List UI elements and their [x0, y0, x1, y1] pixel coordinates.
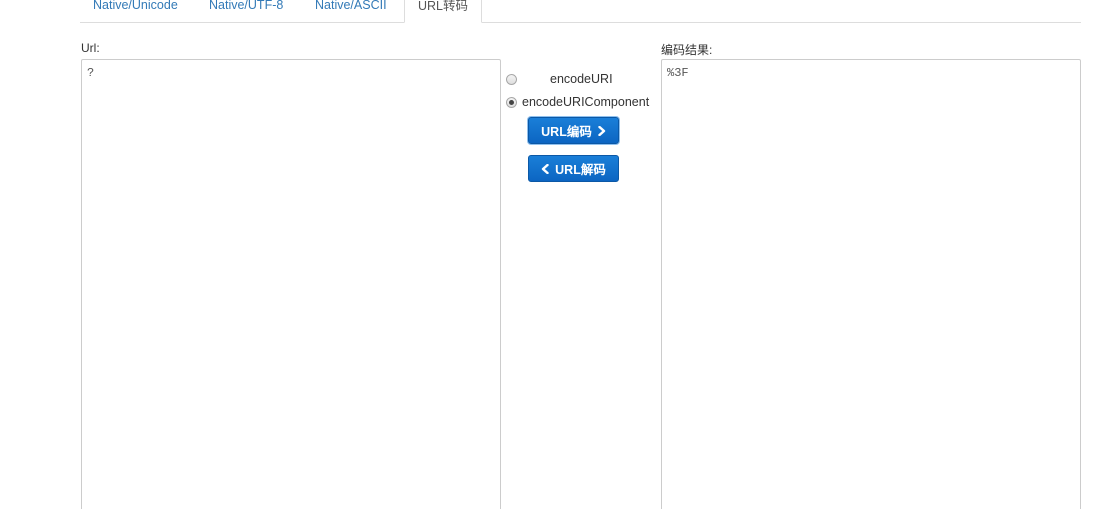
- url-encode-button-label: URL编码: [541, 125, 592, 139]
- url-encode-button[interactable]: URL编码: [528, 117, 619, 144]
- chevron-left-icon: [541, 163, 549, 174]
- tab-native-utf8[interactable]: Native/UTF-8: [196, 0, 296, 22]
- encode-result-label: 编码结果:: [661, 43, 713, 57]
- url-input-label: Url:: [81, 41, 100, 55]
- tab-native-ascii[interactable]: Native/ASCII: [302, 0, 400, 22]
- encode-uri-label: encodeURI: [550, 72, 613, 86]
- url-input-textarea[interactable]: ?: [81, 59, 501, 509]
- encode-uri-component-option[interactable]: encodeURIComponent: [506, 94, 649, 110]
- encode-result-textarea[interactable]: %3F: [661, 59, 1081, 509]
- encode-uri-component-label: encodeURIComponent: [522, 95, 650, 109]
- encode-uri-component-radio[interactable]: [506, 96, 517, 108]
- url-decode-button-label: URL解码: [555, 163, 606, 177]
- chevron-right-icon: [598, 125, 606, 136]
- url-decode-button[interactable]: URL解码: [528, 155, 619, 182]
- encode-uri-option[interactable]: encodeURI: [506, 71, 613, 87]
- tab-url-transcode[interactable]: URL转码: [404, 0, 483, 23]
- encode-uri-radio[interactable]: [506, 73, 517, 85]
- tab-native-unicode[interactable]: Native/Unicode: [80, 0, 191, 22]
- tab-bar: Native/Unicode Native/UTF-8 Native/ASCII…: [80, 0, 1081, 23]
